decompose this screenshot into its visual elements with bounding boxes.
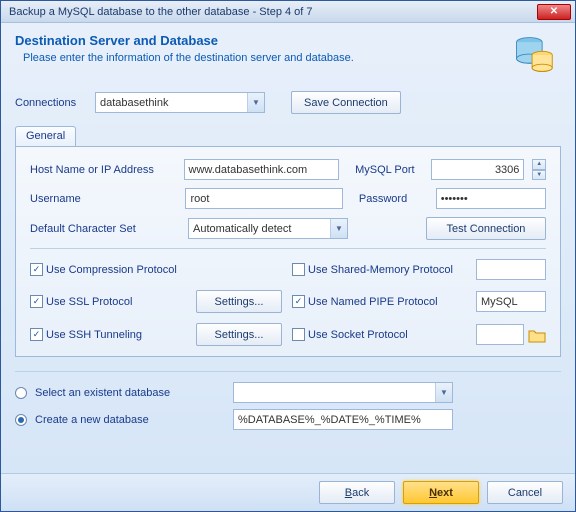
select-existing-radio[interactable] (15, 387, 27, 399)
shared-memory-input[interactable] (476, 259, 546, 280)
wizard-footer: BBackack NNextext Cancel (1, 473, 575, 511)
ssh-label: Use SSH Tunneling (46, 329, 196, 341)
create-new-radio[interactable] (15, 414, 27, 426)
wizard-header: Destination Server and Database Please e… (1, 23, 575, 85)
new-database-input[interactable]: %DATABASE%_%DATE%_%TIME% (233, 409, 453, 430)
spinner-down-icon[interactable]: ▼ (532, 170, 546, 181)
divider (30, 248, 546, 249)
ssh-checkbox[interactable]: ✓ (30, 328, 43, 341)
port-spinner[interactable]: ▲▼ (532, 159, 546, 180)
connections-label: Connections (15, 97, 87, 109)
page-subtitle: Please enter the information of the dest… (15, 52, 511, 64)
username-label: Username (30, 193, 177, 205)
password-input[interactable]: ••••••• (436, 188, 546, 209)
named-pipe-checkbox[interactable]: ✓ (292, 295, 305, 308)
connections-combo[interactable]: databasethink ▼ (95, 92, 265, 113)
shared-memory-checkbox[interactable] (292, 263, 305, 276)
general-panel: Host Name or IP Address www.databasethin… (15, 146, 561, 357)
host-label: Host Name or IP Address (30, 164, 176, 176)
compression-label: Use Compression Protocol (46, 264, 196, 276)
connections-value: databasethink (100, 97, 169, 109)
create-new-label: Create a new database (35, 414, 225, 426)
tab-strip: General (15, 126, 561, 146)
ssl-settings-button[interactable]: Settings... (196, 290, 282, 313)
create-new-row: Create a new database %DATABASE%_%DATE%_… (15, 409, 561, 430)
ssh-settings-button[interactable]: Settings... (196, 323, 282, 346)
socket-input[interactable] (476, 324, 524, 345)
chevron-down-icon: ▼ (330, 219, 347, 238)
back-button[interactable]: BBackack (319, 481, 395, 504)
host-input[interactable]: www.databasethink.com (184, 159, 340, 180)
select-existing-row: Select an existent database ▼ (15, 382, 561, 403)
shared-memory-label: Use Shared-Memory Protocol (308, 264, 476, 276)
connections-row: Connections databasethink ▼ Save Connect… (15, 85, 561, 124)
compression-checkbox[interactable]: ✓ (30, 263, 43, 276)
named-pipe-label: Use Named PIPE Protocol (308, 296, 476, 308)
named-pipe-input[interactable]: MySQL (476, 291, 546, 312)
divider (15, 371, 561, 372)
folder-icon[interactable] (528, 327, 546, 343)
next-button[interactable]: NNextext (403, 481, 479, 504)
chevron-down-icon: ▼ (435, 383, 452, 402)
page-title: Destination Server and Database (15, 33, 511, 48)
existing-database-combo[interactable]: ▼ (233, 382, 453, 403)
port-label: MySQL Port (355, 164, 423, 176)
charset-label: Default Character Set (30, 223, 180, 235)
close-button[interactable]: ✕ (537, 4, 571, 20)
select-existing-label: Select an existent database (35, 387, 225, 399)
password-label: Password (359, 193, 428, 205)
ssl-checkbox[interactable]: ✓ (30, 295, 43, 308)
database-target-area: Select an existent database ▼ Create a n… (1, 357, 575, 480)
socket-checkbox[interactable] (292, 328, 305, 341)
wizard-window: Backup a MySQL database to the other dat… (0, 0, 576, 512)
spinner-up-icon[interactable]: ▲ (532, 159, 546, 170)
cancel-button[interactable]: Cancel (487, 481, 563, 504)
titlebar: Backup a MySQL database to the other dat… (1, 1, 575, 23)
ssl-label: Use SSL Protocol (46, 296, 196, 308)
username-input[interactable]: root (185, 188, 342, 209)
window-title: Backup a MySQL database to the other dat… (9, 6, 537, 18)
database-icon (511, 33, 555, 77)
socket-label: Use Socket Protocol (308, 329, 476, 341)
port-input[interactable]: 3306 (431, 159, 524, 180)
chevron-down-icon: ▼ (247, 93, 264, 112)
tab-general[interactable]: General (15, 126, 76, 146)
protocol-options: ✓ Use Compression Protocol Use Shared-Me… (30, 259, 546, 346)
save-connection-button[interactable]: Save Connection (291, 91, 401, 114)
test-connection-button[interactable]: Test Connection (426, 217, 546, 240)
charset-value: Automatically detect (193, 223, 291, 235)
charset-combo[interactable]: Automatically detect ▼ (188, 218, 348, 239)
